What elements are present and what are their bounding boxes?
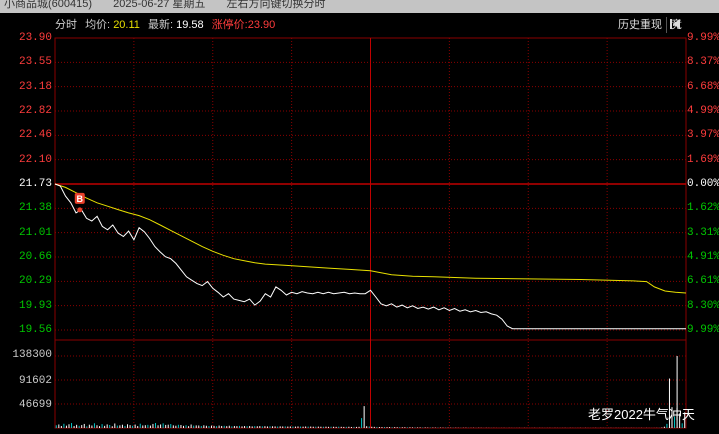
buy-marker-dot bbox=[77, 207, 83, 213]
price-axis-label: 21.73 bbox=[18, 178, 52, 190]
price-axis-label: 23.90 bbox=[18, 32, 52, 44]
price-axis-label: 22.46 bbox=[18, 129, 52, 142]
price-axis-label: 22.82 bbox=[18, 105, 52, 117]
percent-axis-label: 9.99% bbox=[687, 324, 719, 336]
percent-axis-label: 0.00% bbox=[687, 178, 719, 190]
volume-axis-label: 46699 bbox=[18, 399, 52, 411]
volume-axis-label: 91602 bbox=[18, 375, 52, 387]
percent-axis-label: 1.69% bbox=[687, 153, 719, 166]
percent-axis-label: 4.91% bbox=[687, 251, 719, 263]
percent-axis-label: 3.31% bbox=[687, 226, 719, 239]
price-axis-label: 21.38 bbox=[18, 202, 52, 215]
percent-axis-label: 4.99% bbox=[687, 105, 719, 117]
percent-axis-label: 9.99% bbox=[687, 32, 719, 44]
volume-axis-label: 138300 bbox=[12, 349, 52, 361]
price-axis-label: 19.93 bbox=[18, 299, 52, 312]
price-axis-label: 20.29 bbox=[18, 275, 52, 288]
price-axis-label: 20.66 bbox=[18, 251, 52, 263]
percent-axis-label: 8.30% bbox=[687, 299, 719, 312]
percent-axis-label: 1.62% bbox=[687, 202, 719, 215]
percent-axis-label: 8.37% bbox=[687, 56, 719, 69]
price-axis-label: 21.01 bbox=[18, 226, 52, 239]
percent-axis-label: 6.61% bbox=[687, 275, 719, 288]
percent-axis-label: 3.97% bbox=[687, 129, 719, 142]
buy-marker-label: B bbox=[77, 194, 84, 204]
percent-axis-label: 6.68% bbox=[687, 80, 719, 93]
intraday-chart[interactable]: B bbox=[0, 0, 719, 434]
author-watermark: 老罗2022牛气冲天 bbox=[588, 407, 695, 422]
price-axis-label: 19.56 bbox=[18, 324, 52, 336]
price-axis-label: 22.10 bbox=[18, 153, 52, 166]
price-axis-label: 23.18 bbox=[18, 80, 52, 93]
price-axis-label: 23.55 bbox=[18, 56, 52, 69]
